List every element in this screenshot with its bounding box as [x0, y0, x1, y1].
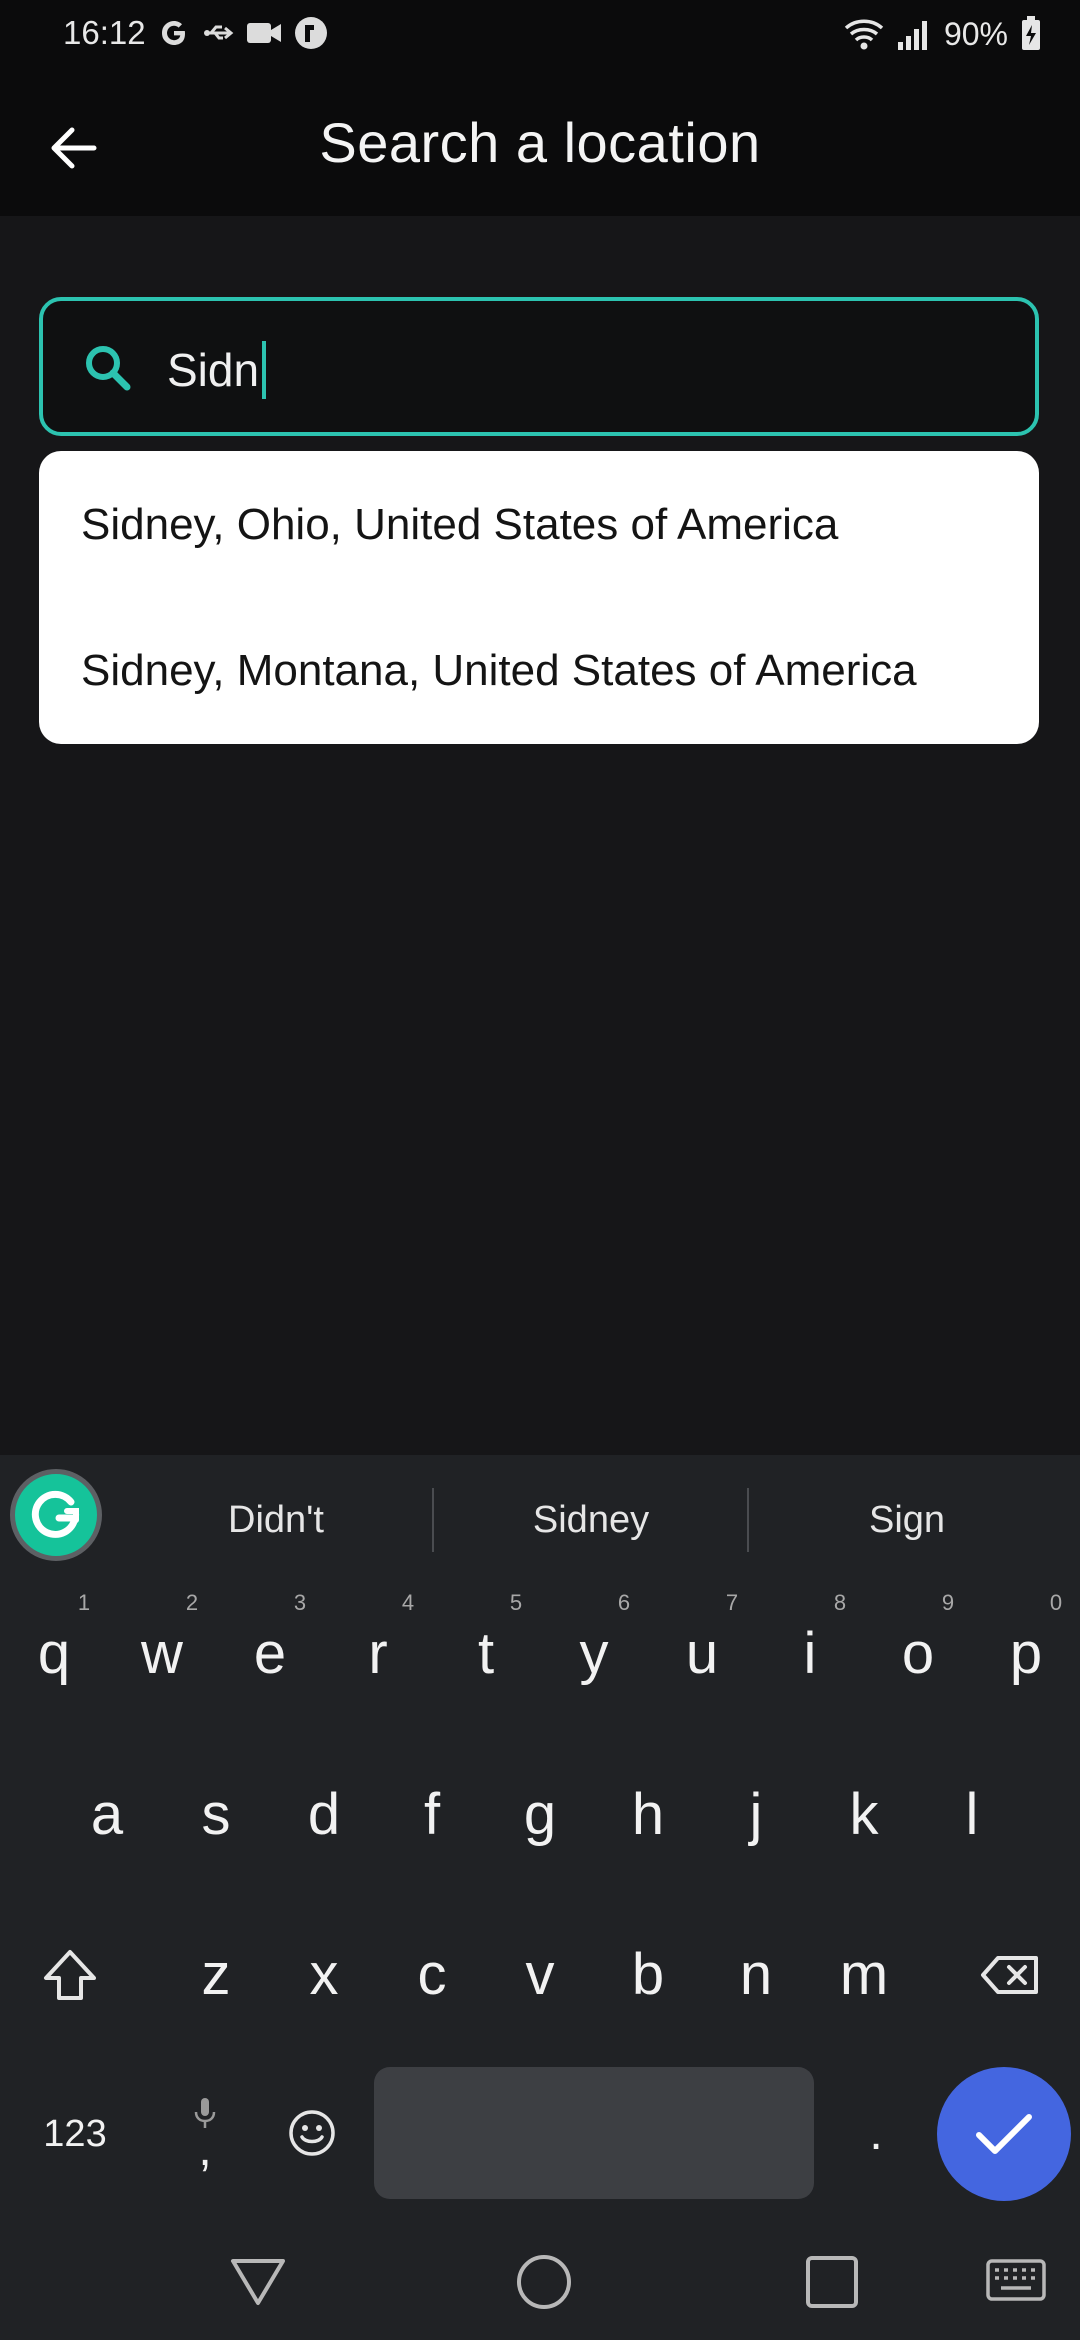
symbols-key[interactable]: 123 [20, 2079, 130, 2189]
key-a[interactable]: a [57, 1760, 157, 1870]
suggestion-item[interactable]: Sidney, Ohio, United States of America [81, 465, 1021, 585]
key-hint: 7 [725, 1590, 739, 1615]
top-bar: 16:12 90% Search a location [0, 0, 1080, 216]
comma-label: , [198, 2123, 212, 2176]
key-label: e [253, 1621, 287, 1686]
key-hint: 2 [185, 1590, 199, 1615]
location-search-input[interactable]: Sidn [39, 297, 1039, 436]
nav-back-button[interactable] [221, 2245, 295, 2319]
nav-home-button[interactable] [507, 2245, 581, 2319]
emoji-icon [289, 2110, 335, 2156]
key-i[interactable]: 8i [760, 1590, 860, 1720]
key-hint: 3 [293, 1590, 307, 1615]
key-label: u [685, 1621, 719, 1686]
key-h[interactable]: h [598, 1760, 698, 1870]
soft-keyboard: Didn't Sidney Sign 1q 2w 3e 4r 5t 6y 7u … [0, 1455, 1080, 2223]
key-s[interactable]: s [166, 1760, 266, 1870]
comma-voice-key[interactable]: , [150, 2067, 260, 2199]
key-o[interactable]: 9o [868, 1590, 968, 1720]
key-label: t [477, 1621, 495, 1686]
key-label: i [803, 1621, 817, 1686]
usb-icon [204, 25, 234, 40]
backspace-icon [981, 1956, 1038, 1994]
key-m[interactable]: m [814, 1920, 914, 2030]
key-label: q [37, 1621, 71, 1686]
key-r[interactable]: 4r [328, 1590, 428, 1720]
key-g[interactable]: g [490, 1760, 590, 1870]
key-label: w [141, 1621, 183, 1686]
key-k[interactable]: k [814, 1760, 914, 1870]
prediction-divider [432, 1488, 434, 1552]
keyboard-toggle-icon [986, 2259, 1046, 2301]
key-v[interactable]: v [490, 1920, 590, 2030]
space-bar[interactable] [374, 2067, 814, 2199]
prediction-2[interactable]: Sidney [441, 1485, 741, 1555]
suggestions-dropdown: Sidney, Ohio, United States of America S… [39, 451, 1039, 744]
period-key[interactable]: . [826, 2079, 926, 2189]
key-p[interactable]: 0p [976, 1590, 1076, 1720]
search-icon [86, 346, 131, 391]
key-hint: 9 [941, 1590, 955, 1615]
app-bar: Search a location [0, 66, 1080, 216]
key-label: r [368, 1621, 388, 1686]
suggestion-item[interactable]: Sidney, Montana, United States of Americ… [81, 611, 1021, 731]
key-t[interactable]: 5t [436, 1590, 536, 1720]
key-n[interactable]: n [706, 1920, 806, 2030]
key-f[interactable]: f [382, 1760, 482, 1870]
key-e[interactable]: 3e [220, 1590, 320, 1720]
nav-recents-button[interactable] [795, 2245, 869, 2319]
key-label: o [901, 1621, 935, 1686]
grammarly-g-icon [31, 1490, 80, 1538]
key-hint: 8 [833, 1590, 847, 1615]
battery-percent: 90% [943, 15, 1008, 52]
video-icon [247, 23, 281, 43]
status-bar: 16:12 90% [0, 0, 1080, 66]
recents-square-icon [806, 2256, 858, 2308]
key-q[interactable]: 1q [4, 1590, 104, 1720]
page-title: Search a location [319, 111, 761, 174]
status-left-icons [157, 14, 329, 52]
check-icon [976, 2114, 1032, 2154]
wifi-icon [844, 19, 884, 50]
key-x[interactable]: x [274, 1920, 374, 2030]
prediction-3[interactable]: Sign [757, 1485, 1057, 1555]
text-cursor [262, 341, 267, 399]
grammarly-button[interactable] [10, 1469, 102, 1561]
google-icon [162, 21, 185, 45]
key-y[interactable]: 6y [544, 1590, 644, 1720]
backspace-key[interactable] [960, 1920, 1060, 2030]
key-w[interactable]: 2w [112, 1590, 212, 1720]
status-time: 16:12 [63, 14, 146, 51]
nav-keyboard-button[interactable] [976, 2245, 1056, 2319]
key-hint: 4 [401, 1590, 415, 1615]
key-c[interactable]: c [382, 1920, 482, 2030]
prediction-divider [747, 1488, 749, 1552]
key-j[interactable]: j [706, 1760, 806, 1870]
key-d[interactable]: d [274, 1760, 374, 1870]
signal-icon [897, 21, 927, 50]
key-u[interactable]: 7u [652, 1590, 752, 1720]
app-notification-icon [295, 17, 327, 49]
key-hint: 1 [77, 1590, 91, 1615]
shift-icon [44, 1950, 96, 2000]
done-button[interactable] [937, 2067, 1071, 2201]
search-text: Sidn [167, 344, 260, 396]
emoji-key[interactable] [262, 2067, 362, 2199]
system-nav-bar [0, 2223, 1080, 2340]
key-label: p [1009, 1621, 1043, 1686]
key-hint: 5 [509, 1590, 523, 1615]
key-hint: 0 [1049, 1590, 1063, 1615]
prediction-1[interactable]: Didn't [126, 1485, 426, 1555]
key-b[interactable]: b [598, 1920, 698, 2030]
home-circle-icon [517, 2255, 571, 2309]
key-l[interactable]: l [922, 1760, 1022, 1870]
key-label: y [579, 1621, 609, 1686]
key-hint: 6 [617, 1590, 631, 1615]
battery-charging-icon [1022, 16, 1040, 50]
search-input-value: Sidn [167, 341, 267, 399]
key-z[interactable]: z [166, 1920, 266, 2030]
status-right-icons: 90% [844, 12, 1042, 56]
shift-key[interactable] [20, 1920, 120, 2030]
back-triangle-icon [231, 2259, 285, 2305]
